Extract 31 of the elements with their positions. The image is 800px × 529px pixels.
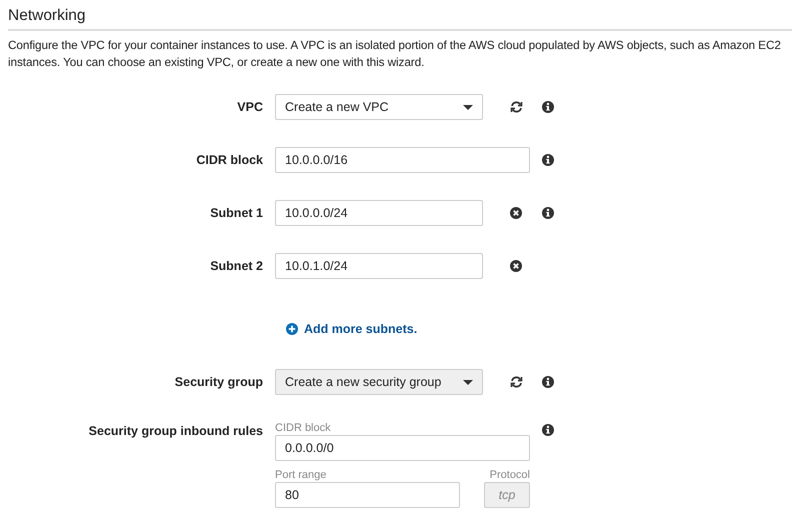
input-field[interactable]: 10.0.0.0/24: [275, 200, 483, 226]
info-icon[interactable]: [542, 207, 554, 219]
input-field[interactable]: 0.0.0.0/0: [275, 435, 530, 461]
dropdown[interactable]: Create a new VPC: [275, 94, 483, 120]
add-icon[interactable]: [286, 323, 298, 335]
dropdown[interactable]: Create a new security group: [275, 369, 483, 395]
field-label: CIDR block: [275, 422, 332, 434]
field-label: Port range: [275, 469, 328, 481]
field-label: Protocol: [490, 469, 530, 481]
info-icon[interactable]: [542, 154, 554, 166]
section-title: Networking: [8, 0, 792, 31]
info-icon[interactable]: [542, 376, 554, 388]
remove-icon[interactable]: [510, 260, 522, 272]
info-icon[interactable]: [542, 424, 554, 436]
add-subnets-link[interactable]: Add more subnets.: [304, 322, 418, 336]
caret-icon: [463, 104, 473, 110]
field-label: Subnet 1: [210, 205, 263, 222]
field-label: CIDR block: [196, 152, 263, 169]
caret-icon: [463, 380, 473, 384]
remove-icon[interactable]: [510, 207, 522, 219]
field-label: Subnet 2: [210, 258, 263, 275]
input-field[interactable]: 10.0.0.0/16: [275, 147, 530, 173]
section-description: Configure the VPC for your container instances to use. A VPC is an isolated portion of the AWS cloud populated by AWS objects, such as Amazon EC2 instances. You can choose an existing VPC, or create a new one with this wizard.: [8, 37, 782, 71]
input-field[interactable]: 80: [275, 482, 460, 508]
info-icon[interactable]: [542, 101, 554, 113]
input-field[interactable]: 10.0.1.0/24: [275, 253, 483, 279]
field-label: Security group inbound rules: [88, 424, 263, 438]
field-label: VPC: [237, 99, 263, 116]
refresh-icon[interactable]: [510, 376, 523, 388]
refresh-icon[interactable]: [510, 101, 523, 113]
field-label: Security group: [174, 374, 263, 391]
